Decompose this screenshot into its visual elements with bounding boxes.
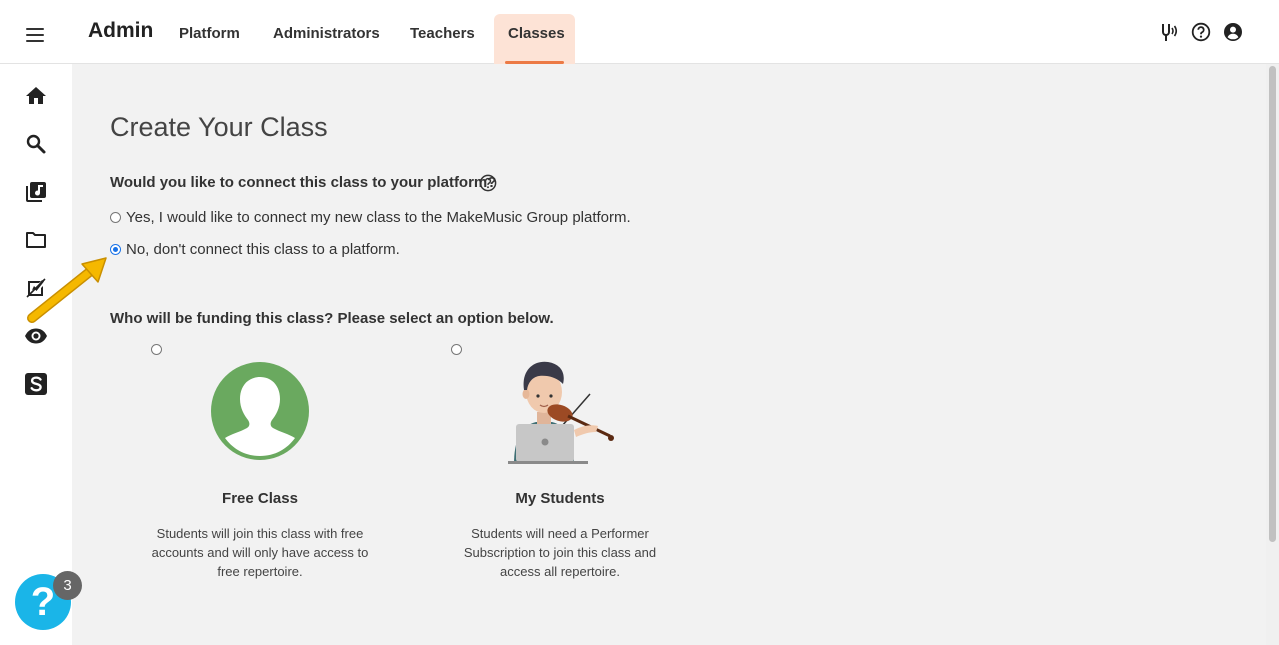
- my-students-title: My Students: [515, 490, 605, 507]
- annotation-arrow-icon: [27, 257, 107, 323]
- account-circle-icon[interactable]: [1223, 22, 1243, 42]
- tuning-fork-icon[interactable]: [1158, 22, 1178, 42]
- scrollbar-thumb[interactable]: [1269, 66, 1276, 542]
- tab-label: Platform: [179, 25, 240, 42]
- radio-button[interactable]: [110, 211, 121, 223]
- folder-icon[interactable]: [24, 228, 48, 252]
- notification-badge: 3: [53, 571, 82, 600]
- radio-label: Yes, I would like to connect my new clas…: [126, 208, 631, 226]
- search-icon[interactable]: [24, 132, 48, 156]
- home-icon[interactable]: [24, 84, 48, 108]
- platform-question: Would you like to connect this class to …: [110, 174, 497, 191]
- free-class-radio[interactable]: [151, 344, 162, 355]
- main-content: Create Your Class Would you like to conn…: [72, 64, 1266, 645]
- sidebar: [0, 64, 72, 645]
- s-logo-icon[interactable]: [24, 372, 48, 396]
- tab-label: Teachers: [410, 25, 475, 42]
- user-avatar-icon: [211, 362, 309, 460]
- app-title: Admin: [88, 19, 154, 42]
- help-circle-icon[interactable]: [1191, 22, 1211, 42]
- my-students-radio[interactable]: [451, 344, 462, 355]
- tab-label: Classes: [508, 25, 565, 42]
- platform-option-yes[interactable]: Yes, I would like to connect my new clas…: [110, 207, 631, 227]
- funding-question: Who will be funding this class? Please s…: [110, 310, 554, 327]
- music-library-icon[interactable]: [24, 180, 48, 204]
- my-students-description: Students will need a Performer Subscript…: [463, 526, 657, 579]
- tab-teachers[interactable]: Teachers: [396, 14, 489, 64]
- tab-classes[interactable]: Classes: [494, 14, 575, 64]
- student-violin-illustration: [508, 361, 614, 464]
- platform-option-no[interactable]: No, don't connect this class to a platfo…: [110, 239, 400, 259]
- top-bar: Admin Platform Administrators Teachers C…: [0, 0, 1279, 64]
- free-class-description: Students will join this class with free …: [151, 526, 369, 579]
- help-circle-icon[interactable]: [479, 174, 497, 192]
- radio-label: No, don't connect this class to a platfo…: [126, 240, 400, 258]
- page-title: Create Your Class: [110, 112, 328, 142]
- hamburger-menu-icon[interactable]: [26, 28, 44, 42]
- free-class-title: Free Class: [222, 490, 298, 507]
- tab-platform[interactable]: Platform: [165, 14, 254, 64]
- tab-label: Administrators: [273, 25, 380, 42]
- tab-administrators[interactable]: Administrators: [259, 14, 394, 64]
- vertical-scrollbar[interactable]: [1266, 64, 1279, 645]
